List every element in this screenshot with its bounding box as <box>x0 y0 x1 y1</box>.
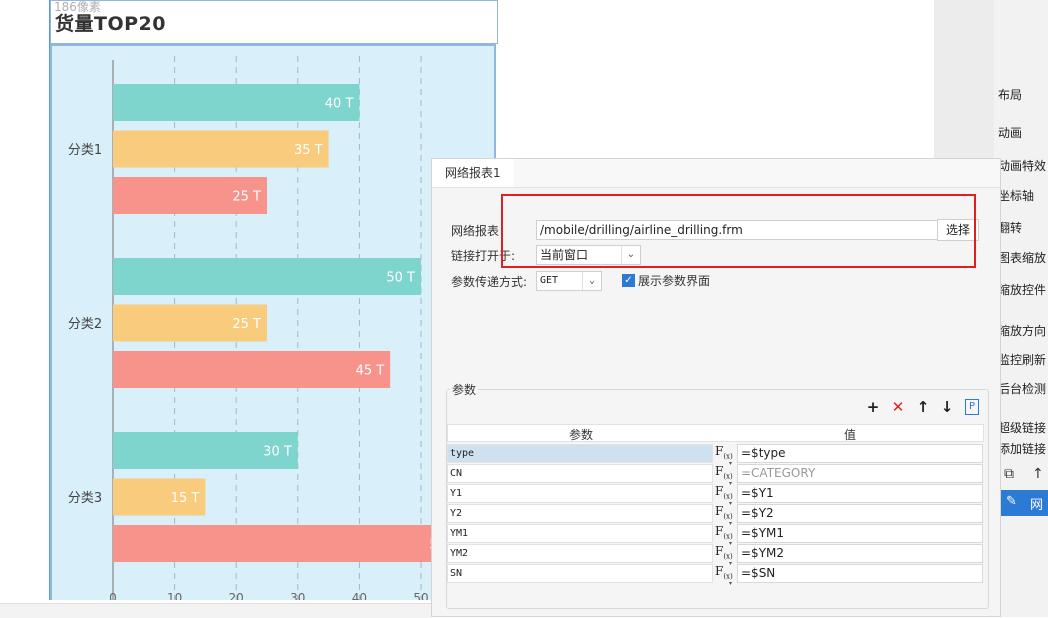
formula-icon[interactable]: F(x) ▾ <box>715 464 735 487</box>
table-row[interactable]: YM1 F(x) ▾ =$YM1 <box>447 524 984 547</box>
param-name-cell[interactable]: YM2 <box>447 544 713 563</box>
formula-icon[interactable]: F(x) ▾ <box>715 564 735 587</box>
dialog-tab-bar: 网络报表1 <box>432 159 1000 188</box>
bar <box>113 525 452 562</box>
param-method-select[interactable]: GET ⌄ <box>536 271 602 291</box>
bar-value-label: 15 T <box>171 491 200 506</box>
param-name-cell[interactable]: Y2 <box>447 504 713 523</box>
prop-hyperlink[interactable]: 超级链接 <box>998 419 1046 436</box>
bar-value-label: 40 T <box>325 97 354 112</box>
category-label: 分类1 <box>68 143 102 158</box>
bar-value-label: 25 T <box>232 317 261 332</box>
prop-add-link[interactable]: 添加链接 <box>998 440 1046 457</box>
prop-backend-check[interactable]: 后台检测 <box>998 380 1046 397</box>
formula-icon[interactable]: F(x) ▾ <box>715 504 735 527</box>
x-tick-label: 30 <box>290 591 305 600</box>
bar-value-label: 50 T <box>386 271 415 286</box>
prop-chart-zoom[interactable]: 图表缩放 <box>998 249 1046 266</box>
table-row[interactable]: YM2 F(x) ▾ =$YM2 <box>447 544 984 567</box>
bar-value-label: 45 T <box>356 364 385 379</box>
delete-icon[interactable]: ✕ <box>890 399 906 415</box>
prop-animation-effect[interactable]: 动画特效 <box>998 157 1046 174</box>
table-row[interactable]: CN F(x) ▾ =CATEGORY <box>447 464 984 487</box>
prop-monitor-refresh[interactable]: 监控刷新 <box>998 351 1046 368</box>
param-value-cell[interactable]: =$YM1 <box>737 524 983 543</box>
param-value-cell[interactable]: =$SN <box>737 564 983 583</box>
param-name-cell[interactable]: type <box>447 444 713 463</box>
bar-value-label: 35 T <box>294 143 323 158</box>
header-param: 参数 <box>569 428 594 442</box>
formula-icon[interactable]: F(x) ▾ <box>715 484 735 507</box>
prop-zoom-control[interactable]: 缩放控件 <box>998 281 1046 298</box>
add-icon[interactable]: + <box>865 399 881 415</box>
param-value-cell[interactable]: =$YM2 <box>737 544 983 563</box>
param-name-cell[interactable]: SN <box>447 564 713 583</box>
x-tick-label: 10 <box>167 591 182 600</box>
prop-axis[interactable]: 坐标轴 <box>998 187 1034 204</box>
param-name-cell[interactable]: Y1 <box>447 484 713 503</box>
move-up-icon[interactable]: ↑ <box>915 399 931 415</box>
param-method-value: GET <box>540 275 559 286</box>
link-toolbar: ⧉ ↑ <box>996 462 1048 488</box>
category-label: 分类3 <box>68 491 102 506</box>
bar-value-label: 30 T <box>263 445 292 460</box>
bottom-scrollbar[interactable] <box>0 603 431 618</box>
x-tick-label: 20 <box>229 591 244 600</box>
chevron-down-icon: ⌄ <box>582 272 601 290</box>
prop-zoom-direction[interactable]: 缩放方向 <box>998 322 1046 339</box>
param-p-icon[interactable]: P <box>965 399 979 415</box>
table-row[interactable]: Y2 F(x) ▾ =$Y2 <box>447 504 984 527</box>
params-group-title: 参数 <box>450 381 479 398</box>
prop-layout[interactable]: 布局 <box>998 86 1022 103</box>
table-row[interactable]: type F(x) ▾ =$type <box>447 444 984 467</box>
param-name-cell[interactable]: CN <box>447 464 713 483</box>
url-label: 网络报表 <box>451 224 500 238</box>
bar-value-label: 25 T <box>232 190 261 205</box>
x-tick-label: 0 <box>109 591 117 600</box>
param-table-header: 参数 值 <box>447 424 984 442</box>
formula-icon[interactable]: F(x) ▾ <box>715 444 735 467</box>
x-tick-label: 40 <box>352 591 367 600</box>
header-value: 值 <box>844 428 857 442</box>
param-value-cell[interactable]: =$Y1 <box>737 484 983 503</box>
table-row[interactable]: SN F(x) ▾ =$SN <box>447 564 984 587</box>
param-method-label: 参数传递方式: <box>451 275 528 289</box>
red-highlight-box <box>501 194 976 268</box>
show-params-checkbox[interactable]: ✓ <box>622 274 635 287</box>
param-value-cell[interactable]: =CATEGORY <box>737 464 983 483</box>
tab-network-report-1[interactable]: 网络报表1 <box>432 159 514 187</box>
hyperlink-dialog: 网络报表1 网络报表 /mobile/drilling/airline_dril… <box>431 158 1001 617</box>
arrow-up-icon[interactable]: ↑ <box>1032 466 1044 482</box>
edit-icon[interactable]: ✎ <box>1006 494 1017 509</box>
param-value-cell[interactable]: =$type <box>737 444 983 463</box>
chart-plot-area[interactable]: 40 T35 T25 T分类150 T25 T45 T分类230 T15 T55… <box>50 44 496 600</box>
category-label: 分类2 <box>68 317 102 332</box>
bar-chart-svg: 40 T35 T25 T分类150 T25 T45 T分类230 T15 T55… <box>68 56 452 600</box>
formula-icon[interactable]: F(x) ▾ <box>715 524 735 547</box>
show-params-label: 展示参数界面 <box>638 274 711 288</box>
param-value-cell[interactable]: =$Y2 <box>737 504 983 523</box>
active-link-item[interactable]: ✎ 网 <box>998 490 1048 516</box>
copy-icon[interactable]: ⧉ <box>1004 466 1014 482</box>
x-tick-label: 50 <box>413 591 428 600</box>
formula-icon[interactable]: F(x) ▾ <box>715 544 735 567</box>
bar <box>113 84 360 121</box>
prop-animation[interactable]: 动画 <box>998 124 1022 141</box>
prop-flip[interactable]: 翻转 <box>998 219 1022 236</box>
param-name-cell[interactable]: YM1 <box>447 524 713 543</box>
table-row[interactable]: Y1 F(x) ▾ =$Y1 <box>447 484 984 507</box>
active-link-label: 网 <box>1030 498 1044 513</box>
chart-title: 货量TOP20 <box>55 13 166 35</box>
bar <box>113 258 421 295</box>
chart-title-box[interactable]: 186像素 货量TOP20 <box>50 0 498 44</box>
bar <box>113 351 391 388</box>
move-down-icon[interactable]: ↓ <box>939 399 955 415</box>
